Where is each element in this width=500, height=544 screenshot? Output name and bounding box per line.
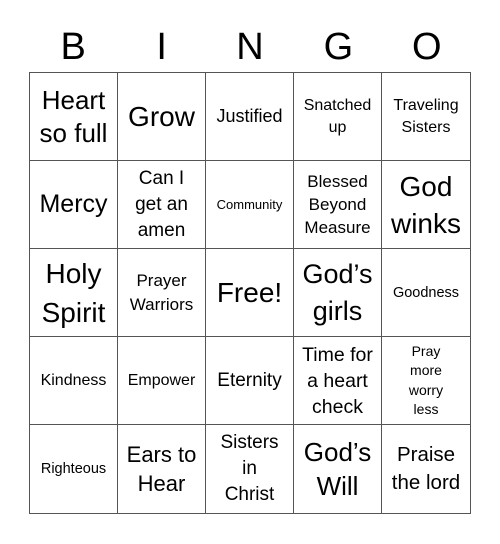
cell-text: Mercy [39, 190, 108, 218]
header-letter-g: G [323, 26, 354, 68]
bingo-cell[interactable]: Snatched up [294, 73, 382, 161]
cell-text: Empower [127, 371, 196, 389]
bingo-cell[interactable]: God winks [382, 161, 470, 249]
bingo-cell[interactable]: Praise the lord [382, 425, 470, 513]
cell-text: Pray more worry less [408, 342, 444, 418]
cell-text: Kindness [40, 371, 107, 389]
header-letter-i: I [156, 26, 167, 68]
cell-text: Time for a heart check [302, 343, 373, 418]
cell-text: Snatched up [303, 96, 372, 136]
cell-text: Holy Spirit [41, 257, 106, 328]
cell-text: Grow [128, 100, 195, 132]
bingo-cell[interactable]: Righteous [30, 425, 118, 513]
bingo-cell[interactable]: God’s girls [294, 249, 382, 337]
header-letter-n: N [236, 26, 264, 68]
bingo-cell[interactable]: Empower [118, 337, 206, 425]
bingo-cell[interactable]: Ears to Hear [118, 425, 206, 513]
bingo-cell[interactable]: Holy Spirit [30, 249, 118, 337]
cell-text: God’s girls [302, 258, 373, 326]
free-space[interactable]: Free! [206, 249, 294, 337]
bingo-cell[interactable]: Can I get an amen [118, 161, 206, 249]
cell-text: Traveling Sisters [393, 96, 459, 136]
bingo-cell[interactable]: Kindness [30, 337, 118, 425]
cell-text: Sisters in Christ [220, 432, 279, 505]
cell-text: Praise the lord [391, 443, 461, 494]
cell-text: Free! [216, 276, 283, 308]
header-letter-b: B [60, 26, 86, 68]
cell-text: God winks [390, 170, 461, 239]
bingo-cell[interactable]: Prayer Warriors [118, 249, 206, 337]
bingo-cell[interactable]: Pray more worry less [382, 337, 470, 425]
cell-text: Justified [216, 106, 283, 126]
bingo-cell[interactable]: Eternity [206, 337, 294, 425]
bingo-header: B I N G O [29, 22, 471, 72]
cell-text: Blessed Beyond Measure [304, 172, 371, 237]
bingo-cell[interactable]: Heart so full [30, 73, 118, 161]
bingo-cell[interactable]: Mercy [30, 161, 118, 249]
cell-text: God’s Will [303, 437, 372, 501]
bingo-cell[interactable]: Traveling Sisters [382, 73, 470, 161]
bingo-cell[interactable]: Blessed Beyond Measure [294, 161, 382, 249]
cell-text: Eternity [217, 370, 282, 391]
bingo-cell[interactable]: Time for a heart check [294, 337, 382, 425]
cell-text: Prayer Warriors [129, 270, 194, 314]
cell-text: Can I get an amen [135, 167, 188, 241]
bingo-cell[interactable]: Community [206, 161, 294, 249]
cell-text: Goodness [392, 284, 460, 301]
bingo-board: Heart so full Grow Justified Snatched up… [29, 72, 471, 514]
header-letter-o: O [412, 26, 442, 68]
cell-text: Community [216, 197, 283, 212]
cell-text: Heart so full [39, 84, 108, 148]
bingo-cell[interactable]: God’s Will [294, 425, 382, 513]
bingo-cell[interactable]: Sisters in Christ [206, 425, 294, 513]
cell-text: Ears to Hear [126, 442, 197, 496]
bingo-cell[interactable]: Goodness [382, 249, 470, 337]
cell-text: Righteous [40, 461, 107, 477]
bingo-cell[interactable]: Justified [206, 73, 294, 161]
bingo-cell[interactable]: Grow [118, 73, 206, 161]
